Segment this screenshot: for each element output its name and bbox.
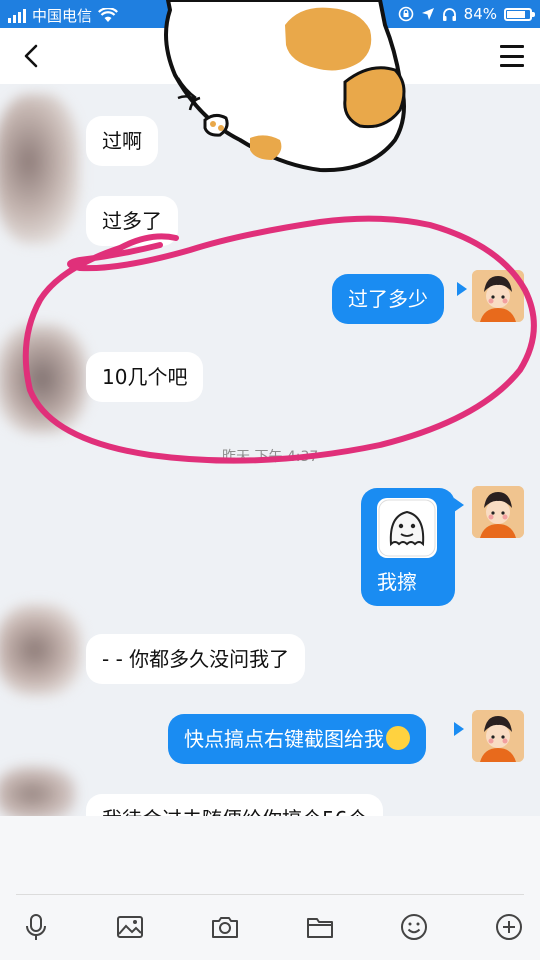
message-bubble-incoming[interactable]: 我待会过去随便给你搞个56个 [86,794,384,816]
message-bubble-incoming[interactable]: 过多了 [86,196,178,246]
message-text: 我擦 [377,570,417,594]
signal-icon [8,8,26,23]
avatar-self[interactable] [472,486,524,538]
ghost-sticker [377,498,437,558]
more-button[interactable] [494,912,524,942]
avatar-obscured [0,94,80,244]
message-timestamp: 昨天 下午 4:37 [222,449,319,465]
status-right: 84% [398,5,535,23]
microphone-icon [26,914,46,940]
avatar-illustration [472,710,524,762]
plus-icon [496,914,522,940]
message-bubble-sticker[interactable]: 我擦 [361,488,455,606]
wifi-icon [98,8,118,22]
avatar-obscured [0,324,88,434]
battery-fill [507,10,526,18]
message-text: 我待会过去随便给你搞个56个 [102,807,367,816]
message-bubble-outgoing[interactable]: 过了多少 [332,274,444,324]
chevron-left-icon [24,44,38,68]
chat-header [0,28,540,84]
ghost-sticker-icon [378,499,436,557]
file-button[interactable] [305,912,335,942]
hamburger-menu-icon [500,45,524,48]
emoji-icon [401,914,427,940]
message-text: 10几个吧 [102,365,188,389]
message-text: 过了多少 [348,287,428,311]
battery-percent: 84% [463,5,497,23]
message-text: 过啊 [102,129,142,153]
input-toolbar [0,890,540,960]
avatar-obscured [0,604,82,696]
avatar-obscured [0,766,76,816]
folder-icon [307,918,333,938]
thinking-emoji-icon [386,726,410,750]
message-list[interactable]: 过啊 过多了 过了多少 10几个吧 昨天 下午 4:37 我擦 - - 你都多久… [0,84,540,816]
message-bubble-incoming[interactable]: 过啊 [86,116,158,166]
avatar-illustration [472,270,524,322]
status-left: 中国电信 [8,5,118,26]
avatar-self[interactable] [472,270,524,322]
voice-button[interactable] [21,912,51,942]
back-button[interactable] [14,38,50,74]
image-button[interactable] [115,912,145,942]
battery-icon [504,7,535,21]
carrier-label: 中国电信 [32,7,93,25]
bubble-tail [454,722,464,736]
message-bubble-incoming[interactable]: - - 你都多久没问我了 [86,634,306,684]
message-bubble-incoming[interactable]: 10几个吧 [86,352,204,402]
emoji-button[interactable] [399,912,429,942]
rotation-lock-icon [398,6,413,22]
bubble-tail [454,498,464,512]
message-text: 快点搞点右键截图给我 [184,727,384,751]
menu-button[interactable] [498,42,526,70]
message-text: - - 你都多久没问我了 [102,647,290,671]
camera-icon [212,917,238,938]
bubble-tail [457,282,467,296]
message-text: 过多了 [102,209,162,233]
avatar-self[interactable] [472,710,524,762]
headphones-icon [442,7,456,21]
message-bubble-outgoing[interactable]: 快点搞点右键截图给我 [168,714,426,764]
menu-line [500,54,524,58]
avatar-illustration [472,486,524,538]
camera-button[interactable] [210,912,240,942]
location-arrow-icon [421,8,434,20]
menu-line [500,64,524,67]
status-bar: 中国电信 84% [0,0,540,28]
image-icon [117,916,143,938]
